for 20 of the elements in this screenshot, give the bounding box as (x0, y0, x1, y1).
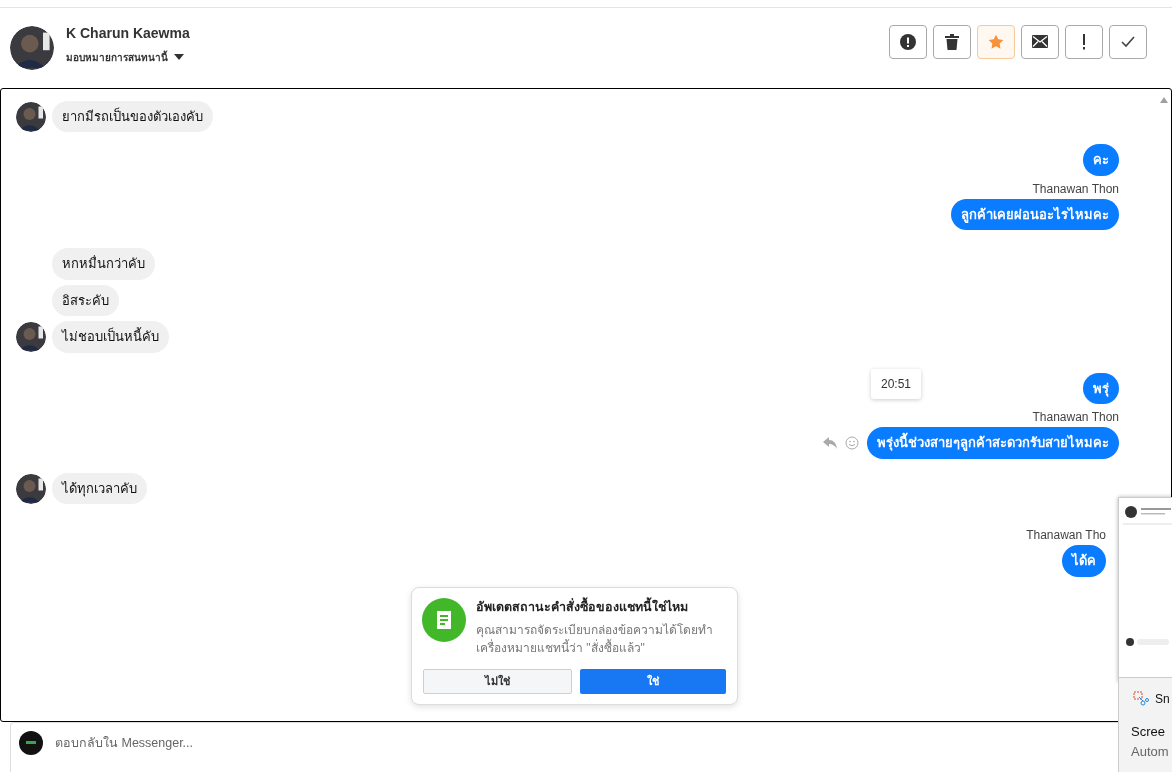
notification-title: Scree (1131, 723, 1166, 741)
message-bubble: หกหมื่นกว่าคับ (52, 248, 155, 280)
message-bubble: พรุ่งนี้ช่วงสายๆลูกค้าสะดวกรับสายไหมคะ (867, 427, 1119, 459)
message-bubble: ได้ค (1062, 545, 1106, 577)
prompt-title: อัพเดตสถานะคำสั่งซื้อของแชทนี้ใช่ไหม (476, 597, 689, 616)
message-bubble: คะ (1083, 144, 1119, 176)
message-bubble: อิสระคับ (52, 284, 119, 317)
prompt-body: คุณสามารถจัดระเบียบกล่องข้อความได้โดยทำเครื่องหมายแชทนี้ว่า "สั่งซื้อแล้ว" (476, 621, 714, 657)
message-bubble: พรุ่ (1083, 372, 1119, 405)
timestamp-tooltip: 20:51 (871, 369, 922, 400)
message-bubble: ได้ทุกเวลาคับ (52, 472, 147, 505)
message-bubble: ยากมีรถเป็นของตัวเองคับ (52, 100, 213, 133)
contact-name: K Charun Kaewma (66, 23, 190, 43)
message-bubble: ไม่ชอบเป็นหนี้คับ (52, 321, 169, 353)
sender-name: Thanawan Thon (1032, 409, 1119, 427)
notification-text: Autom (1131, 742, 1170, 761)
sender-name: Thanawan Thon (1032, 180, 1119, 198)
app-name: Sn (1155, 691, 1170, 708)
sender-name: Thanawan Tho (1026, 527, 1106, 545)
message-bubble: ลูกค้าเคยผ่อนอะไรไหมคะ (951, 198, 1119, 231)
